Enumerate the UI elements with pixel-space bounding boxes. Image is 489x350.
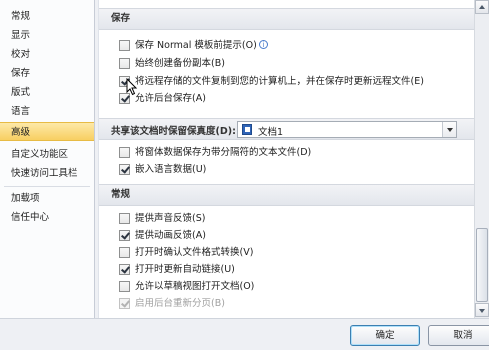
mouse-cursor-icon xyxy=(126,78,138,96)
embed-language-data-label: 嵌入语言数据(U) xyxy=(135,164,207,175)
sidebar-item-general[interactable]: 常规 xyxy=(0,7,94,26)
sidebar-item-save[interactable]: 保存 xyxy=(0,64,94,83)
options-dialog: 常规 显示 校对 保存 版式 语言 高级 自定义功能区 快速访问工具栏 加载项 … xyxy=(0,0,489,350)
background-repagination-checkbox xyxy=(119,298,130,309)
save-form-data-label: 将窗体数据保存为带分隔符的文本文件(D) xyxy=(135,147,312,158)
sound-feedback-label: 提供声音反馈(S) xyxy=(135,213,206,224)
sidebar-divider xyxy=(4,186,90,187)
ok-button[interactable]: 确定 xyxy=(350,325,420,346)
options-sidebar: 常规 显示 校对 保存 版式 语言 高级 自定义功能区 快速访问工具栏 加载项 … xyxy=(0,0,95,318)
sidebar-item-display[interactable]: 显示 xyxy=(0,26,94,45)
scroll-down-icon[interactable] xyxy=(475,303,489,317)
sound-feedback-checkbox[interactable] xyxy=(119,213,130,224)
sidebar-item-quick-access-toolbar[interactable]: 快速访问工具栏 xyxy=(0,164,94,183)
copy-remote-files-label: 将远程存储的文件复制到您的计算机上，并在保存时更新远程文件(E) xyxy=(135,76,424,87)
draft-view-label: 允许以草稿视图打开文档(O) xyxy=(135,281,255,292)
general-section-header: 常规 xyxy=(99,184,474,206)
sidebar-item-language[interactable]: 语言 xyxy=(0,102,94,121)
cancel-button[interactable]: 取消 xyxy=(428,325,489,346)
scroll-up-icon[interactable] xyxy=(475,0,489,14)
sidebar-item-trust-center[interactable]: 信任中心 xyxy=(0,208,94,227)
sidebar-item-advanced[interactable]: 高级 xyxy=(0,122,94,141)
sidebar-item-proofing[interactable]: 校对 xyxy=(0,45,94,64)
preserve-fidelity-label: 共享该文档时保留保真度(D): xyxy=(111,126,236,137)
scrollbar-thumb[interactable] xyxy=(476,228,488,302)
sidebar-item-add-ins[interactable]: 加载项 xyxy=(0,189,94,208)
sidebar-item-customize-ribbon[interactable]: 自定义功能区 xyxy=(0,145,94,164)
vertical-scrollbar[interactable] xyxy=(474,0,489,318)
prompt-normal-template-checkbox[interactable] xyxy=(119,40,130,51)
update-links-label: 打开时更新自动链接(U) xyxy=(135,264,235,275)
save-section-header: 保存 xyxy=(99,8,474,30)
confirm-format-conversion-checkbox[interactable] xyxy=(119,247,130,258)
embed-language-data-checkbox[interactable] xyxy=(119,164,130,175)
preserve-fidelity-row: 共享该文档时保留保真度(D): 文档1 xyxy=(99,118,474,140)
confirm-format-conversion-label: 打开时确认文件格式转换(V) xyxy=(135,247,254,258)
word-document-icon xyxy=(242,124,252,135)
draft-view-checkbox[interactable] xyxy=(119,281,130,292)
selected-document-text: 文档1 xyxy=(258,127,284,138)
animation-feedback-checkbox[interactable] xyxy=(119,230,130,241)
dialog-footer: 确定 取消 xyxy=(0,318,489,350)
sidebar-item-layout[interactable]: 版式 xyxy=(0,83,94,102)
always-backup-checkbox[interactable] xyxy=(119,58,130,69)
info-icon[interactable]: i xyxy=(258,40,268,49)
document-select[interactable]: 文档1 xyxy=(237,121,457,138)
prompt-normal-template-label: 保存 Normal 模板前提示(O) xyxy=(135,40,257,51)
background-repagination-label: 启用后台重新分页(B) xyxy=(135,298,225,309)
always-backup-label: 始终创建备份副本(B) xyxy=(135,58,225,69)
chevron-down-icon[interactable] xyxy=(442,122,456,137)
background-save-label: 允许后台保存(A) xyxy=(135,93,206,104)
advanced-options-pane: 保存 保存 Normal 模板前提示(O) i 始终创建备份副本(B) 将远程存储… xyxy=(98,0,474,318)
save-form-data-checkbox[interactable] xyxy=(119,147,130,158)
update-links-checkbox[interactable] xyxy=(119,264,130,275)
animation-feedback-label: 提供动画反馈(A) xyxy=(135,230,206,241)
